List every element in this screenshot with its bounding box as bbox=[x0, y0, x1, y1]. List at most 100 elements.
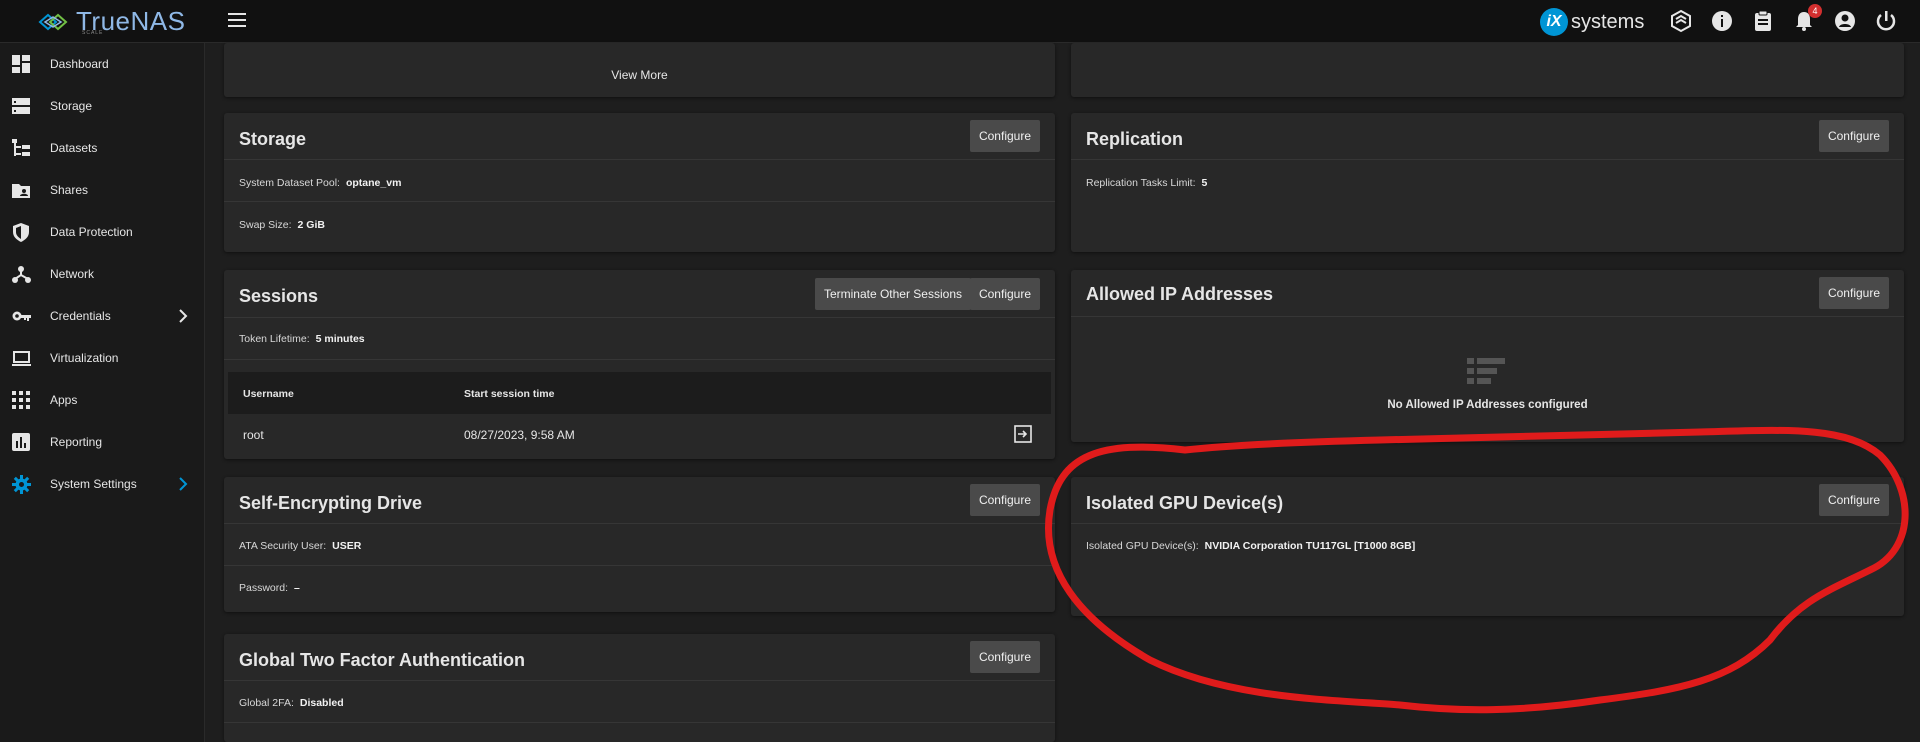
sidebar-item-label: Data Protection bbox=[50, 225, 133, 239]
logo-subtitle: SCALE bbox=[82, 30, 104, 36]
divider bbox=[224, 680, 1055, 681]
divider bbox=[224, 317, 1055, 318]
truenas-logo[interactable]: TrueNAS bbox=[38, 6, 185, 37]
power-icon[interactable] bbox=[1874, 9, 1898, 33]
isolated-gpu-card: Isolated GPU Device(s) Configure Isolate… bbox=[1071, 477, 1904, 616]
divider bbox=[224, 159, 1055, 160]
storage-icon bbox=[12, 98, 30, 114]
reporting-icon bbox=[12, 433, 30, 451]
divider bbox=[224, 359, 1055, 360]
sidebar-item-network[interactable]: Network bbox=[0, 253, 205, 295]
sidebar-item-label: Virtualization bbox=[50, 351, 119, 365]
chevron-right-icon bbox=[179, 309, 188, 323]
ata-security-user-row: ATA Security User: USER bbox=[239, 540, 362, 552]
terminate-other-sessions-button[interactable]: Terminate Other Sessions bbox=[814, 278, 971, 310]
password-row: Password: – bbox=[239, 582, 300, 594]
laptop-icon bbox=[12, 351, 31, 366]
sidebar-item-label: System Settings bbox=[50, 477, 137, 491]
global-2fa-configure-button[interactable]: Configure bbox=[969, 641, 1040, 673]
sidebar-item-data-protection[interactable]: Data Protection bbox=[0, 211, 205, 253]
sidebar-item-reporting[interactable]: Reporting bbox=[0, 421, 205, 463]
card-partial-top-right bbox=[1071, 43, 1904, 97]
global-2fa-row: Global 2FA: Disabled bbox=[239, 697, 344, 709]
card-title: Isolated GPU Device(s) bbox=[1086, 493, 1284, 513]
sidebar-item-storage[interactable]: Storage bbox=[0, 85, 205, 127]
sidebar-item-credentials[interactable]: Credentials bbox=[0, 295, 205, 337]
divider bbox=[224, 201, 1055, 202]
empty-state-text: No Allowed IP Addresses configured bbox=[1387, 399, 1588, 411]
allowed-ip-card: Allowed IP Addresses Configure No Allowe… bbox=[1071, 270, 1904, 442]
apps-icon bbox=[12, 391, 30, 409]
replication-card: Replication Configure Replication Tasks … bbox=[1071, 113, 1904, 252]
table-row: root 08/27/2023, 9:58 AM bbox=[228, 414, 1051, 454]
ixsystems-logo[interactable]: iX systems bbox=[1540, 8, 1644, 36]
system-dataset-pool-row: System Dataset Pool: optane_vm bbox=[239, 177, 402, 189]
sidebar-item-label: Shares bbox=[50, 183, 89, 197]
storage-card: Storage Configure System Dataset Pool: op… bbox=[224, 113, 1055, 252]
truenas-logo-icon bbox=[38, 13, 68, 30]
divider bbox=[1071, 316, 1904, 317]
menu-toggle-button[interactable] bbox=[228, 13, 246, 29]
sed-configure-button[interactable]: Configure bbox=[969, 484, 1040, 516]
card-title: Storage bbox=[239, 129, 307, 149]
sidebar-item-system-settings[interactable]: System Settings bbox=[0, 463, 205, 505]
dashboard-icon bbox=[12, 55, 30, 73]
allowed-ip-configure-button[interactable]: Configure bbox=[1818, 277, 1889, 309]
datasets-icon bbox=[12, 139, 30, 156]
column-header-username[interactable]: Username bbox=[243, 388, 294, 400]
card-title: Self-Encrypting Drive bbox=[239, 493, 423, 513]
replication-configure-button[interactable]: Configure bbox=[1818, 120, 1889, 152]
sessions-table-header: Username Start session time bbox=[228, 372, 1051, 414]
storage-configure-button[interactable]: Configure bbox=[969, 120, 1040, 152]
sessions-configure-button[interactable]: Configure bbox=[969, 278, 1040, 310]
logout-icon[interactable] bbox=[1014, 425, 1032, 443]
sidebar-item-label: Datasets bbox=[50, 141, 98, 155]
token-lifetime-row: Token Lifetime: 5 minutes bbox=[239, 333, 365, 345]
sidebar-nav: Dashboard Storage Datasets Shares Data P… bbox=[0, 43, 205, 742]
ix-logo-mark: iX bbox=[1540, 8, 1568, 36]
sidebar-item-apps[interactable]: Apps bbox=[0, 379, 205, 421]
isolated-gpu-device-row: Isolated GPU Device(s): NVIDIA Corporatio… bbox=[1086, 540, 1416, 552]
card-title: Sessions bbox=[239, 286, 319, 306]
isolated-gpu-configure-button[interactable]: Configure bbox=[1818, 484, 1889, 516]
global-2fa-card: Global Two Factor Authentication Configu… bbox=[224, 634, 1055, 742]
tasks-clipboard-icon[interactable] bbox=[1751, 9, 1775, 33]
notifications-bell-icon[interactable]: 4 bbox=[1792, 4, 1822, 33]
self-encrypting-drive-card: Self-Encrypting Drive Configure ATA Secu… bbox=[224, 477, 1055, 612]
sessions-card: Sessions Terminate Other Sessions Config… bbox=[224, 270, 1055, 459]
replication-tasks-limit-row: Replication Tasks Limit: 5 bbox=[1086, 177, 1208, 189]
ix-logo-text: systems bbox=[1571, 10, 1645, 33]
sidebar-item-label: Network bbox=[50, 267, 95, 281]
account-circle-icon[interactable] bbox=[1833, 9, 1857, 33]
divider bbox=[1071, 523, 1904, 524]
empty-list-icon bbox=[1467, 358, 1505, 384]
sidebar-item-dashboard[interactable]: Dashboard bbox=[0, 43, 204, 85]
divider bbox=[1071, 159, 1904, 160]
sidebar-item-virtualization[interactable]: Virtualization bbox=[0, 337, 205, 379]
info-icon[interactable] bbox=[1710, 9, 1734, 33]
column-header-start-time[interactable]: Start session time bbox=[464, 388, 554, 400]
sidebar-item-shares[interactable]: Shares bbox=[0, 169, 205, 211]
top-toolbar: TrueNAS SCALE iX systems 4 bbox=[0, 0, 1920, 43]
shares-icon bbox=[12, 184, 30, 198]
card-partial-top-left: View More bbox=[224, 43, 1055, 97]
sidebar-item-label: Dashboard bbox=[50, 57, 109, 71]
view-more-link[interactable]: View More bbox=[224, 68, 1055, 82]
network-icon bbox=[12, 266, 31, 283]
sidebar-item-datasets[interactable]: Datasets bbox=[0, 127, 205, 169]
gear-icon bbox=[12, 475, 31, 494]
sidebar-item-label: Storage bbox=[50, 99, 93, 113]
notification-badge: 4 bbox=[1808, 4, 1822, 18]
session-username: root bbox=[243, 428, 264, 442]
shield-icon bbox=[13, 223, 29, 242]
divider bbox=[224, 722, 1055, 723]
card-title: Global Two Factor Authentication bbox=[239, 650, 525, 670]
key-icon bbox=[12, 311, 31, 321]
chevron-right-icon bbox=[179, 477, 188, 491]
sidebar-item-label: Apps bbox=[50, 393, 78, 407]
truecommand-icon[interactable] bbox=[1669, 9, 1693, 33]
sidebar-item-label: Credentials bbox=[50, 309, 111, 323]
divider bbox=[224, 565, 1055, 566]
swap-size-row: Swap Size: 2 GiB bbox=[239, 219, 325, 231]
sidebar-item-label: Reporting bbox=[50, 435, 103, 449]
